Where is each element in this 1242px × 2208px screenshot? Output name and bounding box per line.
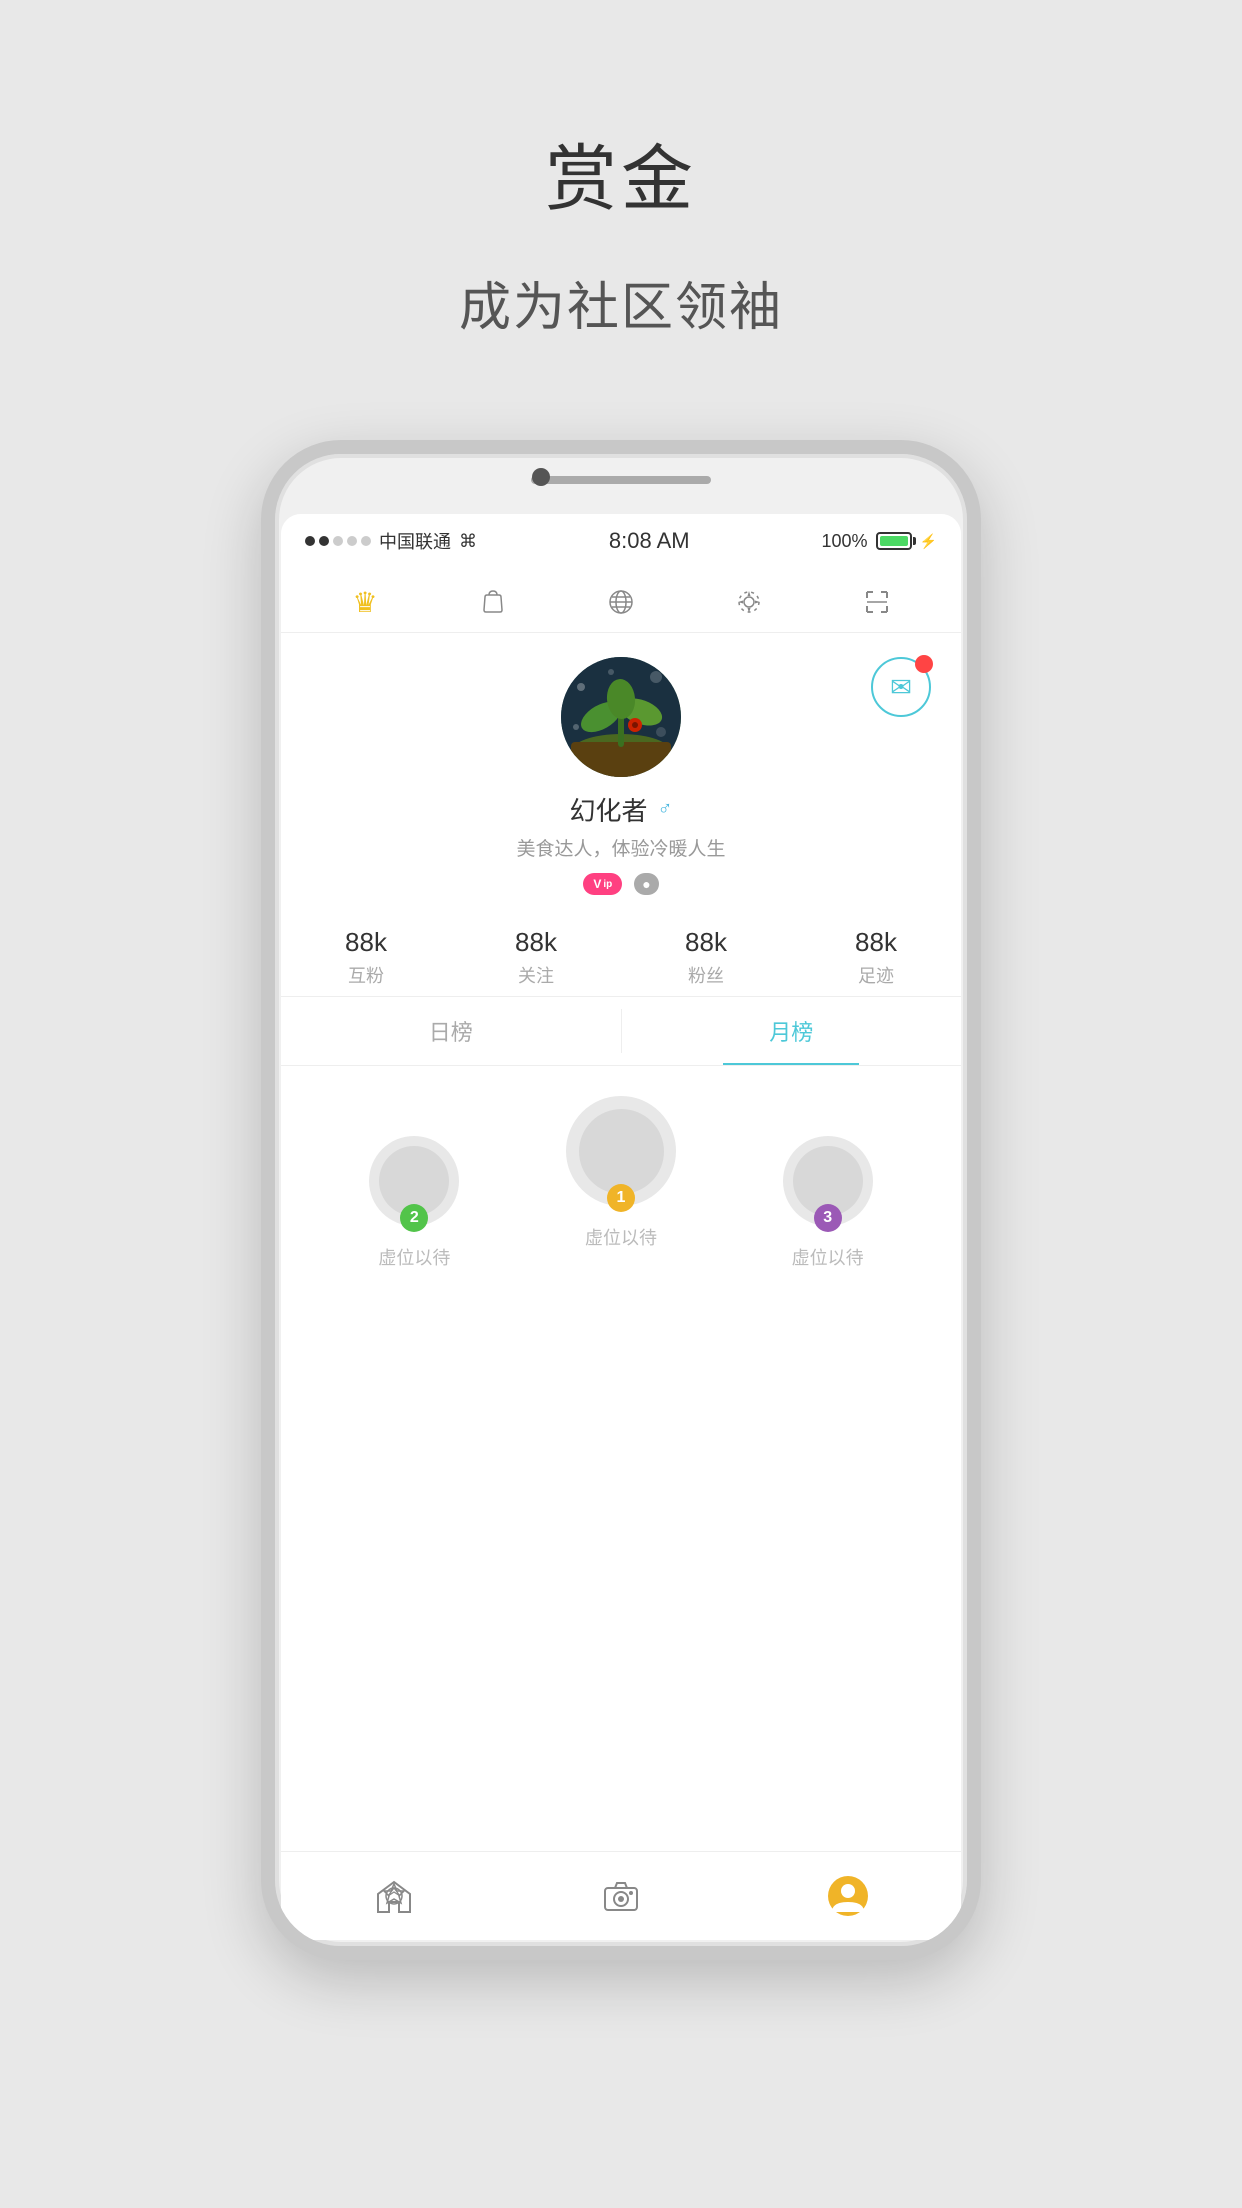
crown-nav-icon[interactable]: ♛ [343, 580, 387, 624]
stat-mutual-fans[interactable]: 88k 互粉 [281, 927, 451, 988]
rank-name-3: 虚位以待 [792, 1244, 864, 1270]
message-button[interactable]: ✉ [871, 657, 931, 717]
stat-value-mutual: 88k [345, 927, 387, 958]
avatar-image [561, 657, 681, 777]
signal-dot-5 [361, 536, 371, 546]
rank-avatar-inner-1 [579, 1109, 664, 1194]
rank-item-2[interactable]: 2 虚位以待 [311, 1136, 518, 1270]
rank-badge-1: 1 [607, 1184, 635, 1212]
profile-section: ✉ 幻化者 ♂ 美食达人，体验冷暖人生 Vip ● [281, 633, 961, 911]
rank-item-1[interactable]: 1 虚位以待 [518, 1096, 725, 1250]
envelope-icon: ✉ [890, 672, 912, 703]
page-title: 赏金 [545, 120, 697, 225]
secondary-badge: ● [634, 873, 658, 895]
stat-value-following: 88k [515, 927, 557, 958]
carrier-name: 中国联通 [379, 528, 451, 554]
profile-nav-icon [826, 1874, 870, 1918]
phone-frame: 中国联通 ⌘ 8:08 AM 100% ⚡ ♛ [261, 440, 981, 1960]
tab-monthly[interactable]: 月榜 [622, 997, 962, 1065]
stat-value-followers: 88k [685, 927, 727, 958]
stat-label-following: 关注 [518, 962, 554, 988]
ranking-podium: 2 虚位以待 1 虚位以待 [281, 1096, 961, 1250]
username-text: 幻化者 [569, 791, 647, 828]
rank-name-2: 虚位以待 [378, 1244, 450, 1270]
rank-avatar-1: 1 [566, 1096, 676, 1206]
gear-icon [735, 588, 763, 616]
status-time: 8:08 AM [609, 528, 690, 554]
globe-icon [607, 588, 635, 616]
battery-percentage: 100% [822, 531, 868, 552]
camera-nav-icon [601, 1876, 641, 1916]
stat-following[interactable]: 88k 关注 [451, 927, 621, 988]
user-avatar[interactable] [561, 657, 681, 777]
battery-bolt-icon: ⚡ [920, 533, 937, 550]
side-button-power [975, 714, 981, 814]
nav-icons-bar: ♛ [281, 568, 961, 633]
stat-value-footprint: 88k [855, 927, 897, 958]
battery-bar [876, 532, 912, 550]
rank-badge-3: 3 [814, 1204, 842, 1232]
rank-avatar-3: 3 [783, 1136, 873, 1226]
wifi-icon: ⌘ [459, 531, 477, 552]
side-button-volume-up [261, 654, 267, 724]
signal-dots [305, 536, 371, 546]
vip-badge: Vip [583, 873, 622, 895]
phone-screen: 中国联通 ⌘ 8:08 AM 100% ⚡ ♛ [281, 514, 961, 1940]
crown-icon: ♛ [352, 586, 377, 619]
stats-row: 88k 互粉 88k 关注 88k 粉丝 88k 足迹 [281, 911, 961, 997]
stat-label-followers: 粉丝 [688, 962, 724, 988]
stat-followers[interactable]: 88k 粉丝 [621, 927, 791, 988]
bottom-nav [281, 1851, 961, 1940]
rank-name-1: 虚位以待 [585, 1224, 657, 1250]
bottom-nav-profile[interactable] [808, 1868, 888, 1924]
tab-bar: 日榜 月榜 [281, 997, 961, 1066]
gender-icon: ♂ [658, 798, 673, 821]
rank-item-3[interactable]: 3 虚位以待 [724, 1136, 931, 1270]
stat-label-footprint: 足迹 [858, 962, 894, 988]
scan-icon [863, 588, 891, 616]
battery-fill [880, 536, 908, 546]
tab-daily[interactable]: 日榜 [281, 997, 621, 1065]
stat-footprint[interactable]: 88k 足迹 [791, 927, 961, 988]
ranking-section: 2 虚位以待 1 虚位以待 [281, 1066, 961, 1851]
signal-dot-3 [333, 536, 343, 546]
globe-nav-icon[interactable] [599, 580, 643, 624]
status-bar: 中国联通 ⌘ 8:08 AM 100% ⚡ [281, 514, 961, 568]
bag-icon [479, 588, 507, 616]
scan-nav-icon[interactable] [855, 580, 899, 624]
page-subtitle: 成为社区领袖 [459, 265, 783, 340]
username-row: 幻化者 ♂ [569, 791, 672, 828]
bottom-nav-camera[interactable] [581, 1868, 661, 1924]
stat-label-mutual: 互粉 [348, 962, 384, 988]
home-nav-icon [374, 1876, 414, 1916]
bottom-nav-home[interactable] [354, 1868, 434, 1924]
rank-avatar-2: 2 [369, 1136, 459, 1226]
signal-dot-4 [347, 536, 357, 546]
user-bio: 美食达人，体验冷暖人生 [516, 834, 725, 861]
status-right: 100% ⚡ [822, 531, 937, 552]
rank-badge-2: 2 [400, 1204, 428, 1232]
gear-nav-icon[interactable] [727, 580, 771, 624]
message-badge [915, 655, 933, 673]
bag-nav-icon[interactable] [471, 580, 515, 624]
side-button-volume-down [261, 744, 267, 814]
signal-area: 中国联通 ⌘ [305, 528, 477, 554]
signal-dot-1 [305, 536, 315, 546]
user-badges: Vip ● [583, 873, 658, 895]
signal-dot-2 [319, 536, 329, 546]
